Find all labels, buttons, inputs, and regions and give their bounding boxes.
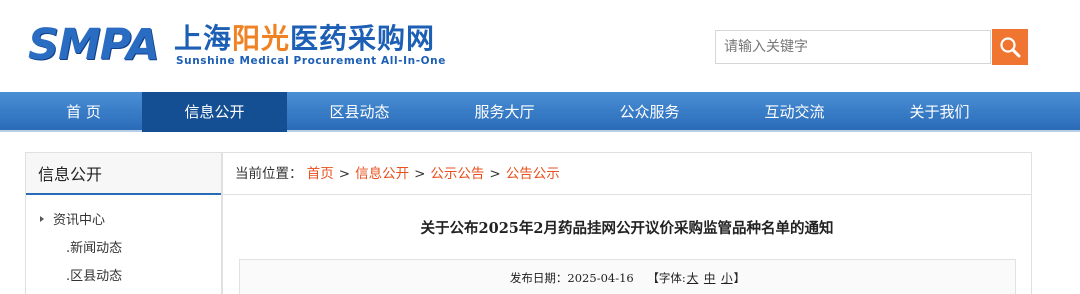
search-button[interactable] xyxy=(992,29,1028,65)
nav-item-info-disclosure[interactable]: 信息公开 xyxy=(142,92,287,132)
publish-date: 2025-04-16 xyxy=(567,271,634,285)
breadcrumb-separator: > xyxy=(338,166,351,182)
breadcrumb-separator: > xyxy=(489,166,501,182)
article-title: 关于公布2025年2月药品挂网公开议价采购监管品种名单的通知 xyxy=(420,220,834,237)
font-size-medium-link[interactable]: 中 xyxy=(704,271,716,285)
nav-item-about-us[interactable]: 关于我们 xyxy=(867,92,1012,132)
search-icon xyxy=(1000,37,1021,58)
site-header: SMPA 上海阳光医药采购网 Sunshine Medical Procurem… xyxy=(0,0,1080,92)
article-meta-bar: 发布日期：2025-04-16 【字体:大 中 小】 xyxy=(239,259,1016,294)
font-size-label: 【字体: xyxy=(647,271,686,285)
logo-abbr: SMPA xyxy=(28,20,160,70)
breadcrumb-home[interactable]: 首页 xyxy=(307,166,334,182)
publish-date-label: 发布日期： xyxy=(509,271,568,285)
sidebar-item-label: 资讯中心 xyxy=(53,213,106,228)
breadcrumb: 当前位置： 首页 > 信息公开 > 公示公告 > 公告公示 xyxy=(223,153,1031,195)
sidebar-subitem-news[interactable]: .新闻动态 xyxy=(66,237,122,256)
nav-item-interaction[interactable]: 互动交流 xyxy=(722,92,867,132)
logo-english-name: Sunshine Medical Procurement All-In-One xyxy=(176,55,446,67)
breadcrumb-prefix: 当前位置： xyxy=(235,166,303,182)
nav-item-home[interactable]: 首 页 xyxy=(11,92,156,132)
search-input[interactable] xyxy=(715,30,991,64)
sidebar-item-news-center[interactable]: 资讯中心 xyxy=(40,209,105,228)
nav-item-district-news[interactable]: 区县动态 xyxy=(287,92,432,132)
font-size-close: 】 xyxy=(733,271,746,285)
nav-item-public-service[interactable]: 公众服务 xyxy=(577,92,722,132)
nav-item-service-hall[interactable]: 服务大厅 xyxy=(432,92,577,132)
font-size-small-link[interactable]: 小 xyxy=(721,271,733,285)
main-nav: 首 页 信息公开 区县动态 服务大厅 公众服务 互动交流 关于我们 xyxy=(0,92,1080,132)
sidebar-subitem-district-news[interactable]: .区县动态 xyxy=(66,265,122,284)
triangle-right-icon xyxy=(40,215,44,222)
breadcrumb-notice[interactable]: 公告公示 xyxy=(506,166,560,182)
breadcrumb-info-disclosure[interactable]: 信息公开 xyxy=(355,166,409,182)
sidebar-title: 信息公开 xyxy=(26,153,221,195)
sidebar: 信息公开 资讯中心 .新闻动态 .区县动态 xyxy=(25,152,222,294)
breadcrumb-separator: > xyxy=(414,166,426,182)
breadcrumb-announcements[interactable]: 公示公告 xyxy=(430,166,484,182)
font-size-large-link[interactable]: 大 xyxy=(687,271,699,285)
main-content: 当前位置： 首页 > 信息公开 > 公示公告 > 公告公示 关于公布2025年2月药品挂网公… xyxy=(222,152,1032,294)
logo-chinese-name: 上海阳光医药采购网 xyxy=(174,22,436,55)
